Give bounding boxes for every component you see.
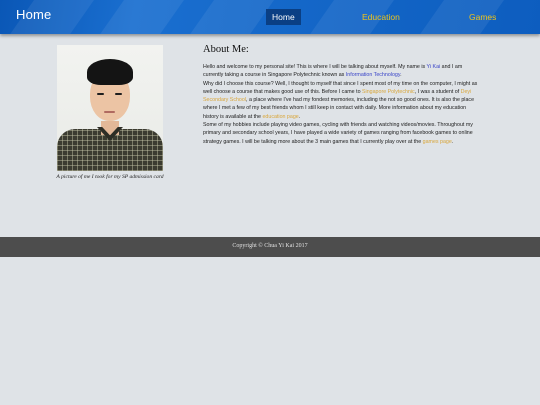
- about-text: Hello and welcome to my personal site! T…: [203, 63, 479, 146]
- about-paragraph-1: Hello and welcome to my personal site! T…: [203, 63, 479, 80]
- site-brand-home-link[interactable]: Home: [16, 7, 51, 22]
- header-decoration: [88, 0, 192, 34]
- text: Hello and welcome to my personal site! T…: [203, 64, 427, 70]
- top-nav-bar: Home Home Education Games: [0, 0, 540, 34]
- nav-home[interactable]: Home: [266, 9, 301, 25]
- games-page-link[interactable]: games page: [423, 139, 452, 145]
- name-link[interactable]: Yi Kai: [427, 64, 441, 70]
- text: .: [451, 138, 454, 145]
- copyright-text: Copyright © Chua Yi Kai 2017: [232, 243, 308, 249]
- text: , I was a student of: [414, 88, 461, 95]
- about-paragraph-2: Why did I choose this course? Well, I th…: [203, 80, 479, 121]
- about-heading: About Me:: [203, 44, 249, 55]
- profile-photo: [57, 45, 163, 171]
- photo-shirt: [57, 129, 163, 171]
- text: .: [400, 72, 402, 79]
- sp-link[interactable]: Singapore Polytechnic: [362, 89, 415, 95]
- education-page-link[interactable]: education page: [262, 114, 298, 120]
- nav-games[interactable]: Games: [463, 9, 502, 25]
- text: .: [298, 113, 301, 120]
- photo-caption: A picture of me I took for my SP admissi…: [56, 174, 164, 180]
- about-paragraph-3: Some of my hobbies include playing video…: [203, 121, 479, 146]
- footer-bar: Copyright © Chua Yi Kai 2017: [0, 237, 540, 257]
- course-link[interactable]: Information Technology: [346, 72, 400, 78]
- nav-education[interactable]: Education: [356, 9, 406, 25]
